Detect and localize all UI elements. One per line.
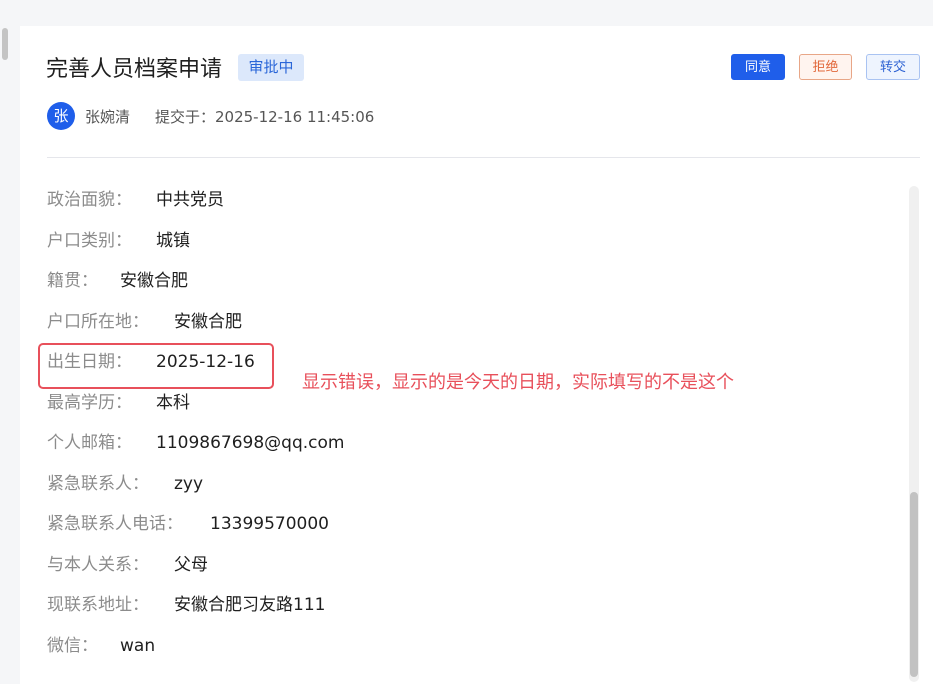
field-label: 最高学历： (47, 393, 132, 413)
reject-button[interactable]: 拒绝 (799, 54, 852, 80)
field-label: 政治面貌： (47, 190, 132, 210)
field-emergency-contact: 紧急联系人： zyy (47, 472, 203, 496)
field-label: 紧急联系人： (47, 474, 149, 494)
field-hukou-location: 户口所在地： 安徽合肥 (47, 310, 242, 334)
page-title: 完善人员档案申请 (46, 57, 223, 82)
divider (47, 157, 920, 158)
field-value: 中共党员 (156, 190, 224, 210)
field-hukou-type: 户口类别： 城镇 (47, 229, 190, 253)
field-label: 紧急联系人电话： (47, 514, 183, 534)
field-native-place: 籍贯： 安徽合肥 (47, 269, 188, 293)
field-label: 与本人关系： (47, 555, 149, 575)
field-email: 个人邮箱： 1109867698@qq.com (47, 431, 344, 455)
avatar: 张 (47, 102, 75, 130)
field-label: 微信： (47, 636, 98, 656)
error-highlight-box (38, 343, 274, 389)
field-value: 安徽合肥 (120, 271, 188, 291)
approve-button[interactable]: 同意 (731, 54, 785, 80)
field-label: 籍贯： (47, 271, 98, 291)
field-wechat: 微信： wan (47, 634, 155, 658)
field-value: zyy (174, 474, 204, 494)
left-scrollbar-thumb[interactable] (2, 28, 8, 60)
applicant-name: 张婉清 (85, 108, 131, 126)
field-value: 1109867698@qq.com (156, 433, 345, 453)
field-label: 个人邮箱： (47, 433, 132, 453)
field-label: 户口所在地： (47, 312, 149, 332)
field-education: 最高学历： 本科 (47, 391, 190, 415)
field-value: 安徽合肥 (174, 312, 242, 332)
content-scrollbar-thumb[interactable] (910, 492, 918, 677)
transfer-button[interactable]: 转交 (866, 54, 920, 80)
field-value: 安徽合肥习友路111 (174, 595, 326, 615)
left-scrollbar[interactable] (0, 24, 10, 684)
field-value: wan (120, 636, 156, 656)
submitted-time: 提交于：2025-12-16 11:45:06 (155, 108, 375, 126)
field-relationship: 与本人关系： 父母 (47, 553, 208, 577)
field-label: 户口类别： (47, 231, 132, 251)
field-value: 城镇 (156, 231, 190, 251)
content-scrollbar[interactable] (909, 186, 919, 682)
field-value: 父母 (174, 555, 208, 575)
approval-card: 完善人员档案申请 审批中 同意 拒绝 转交 张 张婉清 提交于：2025-12-… (20, 26, 933, 684)
field-political-status: 政治面貌： 中共党员 (47, 188, 224, 212)
field-value: 本科 (156, 393, 190, 413)
field-address: 现联系地址： 安徽合肥习友路111 (47, 593, 325, 617)
error-annotation: 显示错误，显示的是今天的日期，实际填写的不是这个 (302, 372, 734, 393)
field-value: 13399570000 (210, 514, 329, 534)
field-label: 现联系地址： (47, 595, 149, 615)
status-badge: 审批中 (238, 54, 304, 81)
field-emergency-phone: 紧急联系人电话： 13399570000 (47, 512, 329, 536)
